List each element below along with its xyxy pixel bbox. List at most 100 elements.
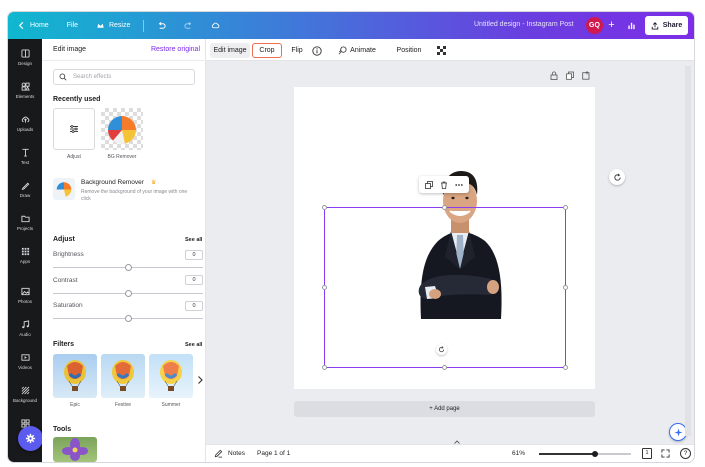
comment-button[interactable] (609, 169, 625, 185)
floating-element-toolbar (419, 176, 469, 193)
duplicate-icon[interactable] (425, 180, 434, 189)
home-button[interactable]: Home (8, 12, 58, 39)
canvas-scrollbar[interactable] (685, 66, 691, 436)
rail-item-background[interactable]: Background (8, 384, 42, 403)
more-options-icon[interactable] (454, 181, 463, 189)
filter-epic-thumb[interactable] (53, 354, 97, 398)
info-button[interactable] (310, 43, 324, 58)
contrast-slider-knob[interactable] (124, 290, 132, 297)
file-menu-button[interactable]: File (58, 12, 87, 39)
undo-button[interactable] (148, 12, 175, 39)
tools-title: Tools (53, 426, 72, 433)
rail-item-uploads[interactable]: Uploads (8, 113, 42, 132)
bg-remover-title: Background Remover (81, 179, 144, 186)
position-label: Position (396, 47, 422, 54)
edit-image-label: Edit image (213, 47, 247, 54)
resize-handle[interactable] (322, 205, 327, 210)
page-indicator[interactable]: Page 1 of 1 (257, 450, 290, 457)
rail-item-label: Background (12, 398, 38, 403)
transparency-checker-icon (436, 46, 446, 55)
collapse-arrow[interactable] (454, 439, 460, 444)
add-page-icon[interactable] (582, 71, 590, 80)
zoom-percent[interactable]: 61% (512, 450, 525, 457)
add-page-button[interactable]: + Add page (294, 401, 595, 417)
cloud-save-button[interactable] (202, 12, 229, 39)
edit-image-button[interactable]: Edit image (210, 43, 250, 58)
redo-button[interactable] (175, 12, 202, 39)
rail-item-label: Elements (15, 94, 35, 99)
flip-button[interactable]: Flip (286, 43, 308, 58)
resize-handle[interactable] (442, 365, 447, 370)
undo-icon (159, 21, 166, 29)
image-selection-box[interactable] (324, 207, 566, 368)
canvas-area: + Add page (206, 61, 694, 444)
crop-button[interactable]: Crop (252, 43, 282, 58)
resize-handle[interactable] (322, 285, 327, 290)
filters-next-button[interactable] (196, 372, 204, 384)
document-title[interactable]: Untitled design - Instagram Post (474, 21, 574, 28)
rail-item-label: Projects (16, 226, 34, 231)
avatar[interactable]: GQ (586, 17, 603, 34)
rail-item-text[interactable]: Text (8, 146, 42, 165)
share-button[interactable]: Share (645, 16, 688, 35)
brightness-slider-knob[interactable] (124, 264, 132, 271)
rail-item-photos[interactable]: Photos (8, 285, 42, 304)
filter-festive-thumb[interactable] (101, 354, 145, 398)
contrast-value[interactable]: 0 (185, 275, 203, 285)
trash-icon[interactable] (440, 181, 448, 189)
rail-item-apps[interactable]: Apps (8, 245, 42, 264)
resize-handle[interactable] (322, 365, 327, 370)
crop-label: Crop (259, 47, 275, 54)
rail-item-videos[interactable]: Videos (8, 351, 42, 370)
redo-icon (184, 21, 192, 29)
duplicate-page-icon[interactable] (566, 71, 574, 80)
rail-item-projects[interactable]: Projects (8, 212, 42, 231)
brightness-value[interactable]: 0 (185, 250, 203, 260)
page-grid-button[interactable]: 1 (642, 448, 652, 459)
editor-toolbar: Edit image Crop Flip Animate Position (206, 39, 694, 61)
zoom-slider-knob[interactable] (592, 450, 599, 457)
restore-original-link[interactable]: Restore original (151, 46, 206, 53)
help-button[interactable]: ? (680, 448, 691, 459)
bg-remover-row[interactable]: Background Remover ♛ Remove the backgrou… (53, 176, 203, 210)
rail-item-draw[interactable]: Draw (8, 179, 42, 198)
rail-item-elements[interactable]: Elements (8, 80, 42, 99)
panel-title: Edit image (53, 46, 87, 53)
background-icon (21, 386, 29, 394)
rail-item-audio[interactable]: Audio (8, 318, 42, 337)
filter-summer-thumb[interactable] (149, 354, 193, 398)
resize-handle[interactable] (442, 205, 447, 210)
search-icon (59, 73, 67, 81)
filters-see-all-link[interactable]: See all (185, 342, 202, 348)
saturation-value[interactable]: 0 (185, 301, 203, 311)
saturation-label: Saturation (53, 302, 83, 309)
bg-remover-thumb[interactable] (101, 108, 143, 150)
adjust-thumb[interactable] (53, 108, 95, 150)
transparency-button[interactable] (434, 43, 448, 58)
hot-air-balloon-icon (160, 360, 182, 391)
resize-handle[interactable] (563, 365, 568, 370)
lock-icon[interactable] (550, 71, 558, 80)
search-effects-input[interactable]: Search effects (53, 69, 195, 85)
fullscreen-button[interactable] (661, 449, 670, 460)
position-button[interactable]: Position (390, 43, 428, 58)
contrast-label: Contrast (53, 277, 78, 284)
tool-thumb[interactable] (53, 437, 97, 462)
magic-assistant-button[interactable] (18, 426, 43, 451)
animate-button[interactable]: Animate (334, 43, 380, 58)
resize-handle[interactable] (563, 205, 568, 210)
rail-item-design[interactable]: Design (8, 47, 42, 66)
beach-ball-small-icon (56, 182, 72, 197)
rotate-icon (438, 346, 445, 353)
rotate-handle[interactable] (436, 344, 447, 355)
resize-handle[interactable] (563, 285, 568, 290)
animate-icon (338, 46, 347, 55)
notes-button[interactable]: Notes (214, 449, 245, 458)
resize-button[interactable]: Resize (87, 12, 139, 39)
saturation-slider-knob[interactable] (124, 315, 132, 322)
invite-plus-button[interactable]: + (606, 18, 617, 33)
insights-button[interactable] (623, 18, 639, 33)
adjust-see-all-link[interactable]: See all (185, 237, 202, 243)
zoom-slider[interactable] (539, 450, 631, 457)
animate-label: Animate (350, 47, 376, 54)
